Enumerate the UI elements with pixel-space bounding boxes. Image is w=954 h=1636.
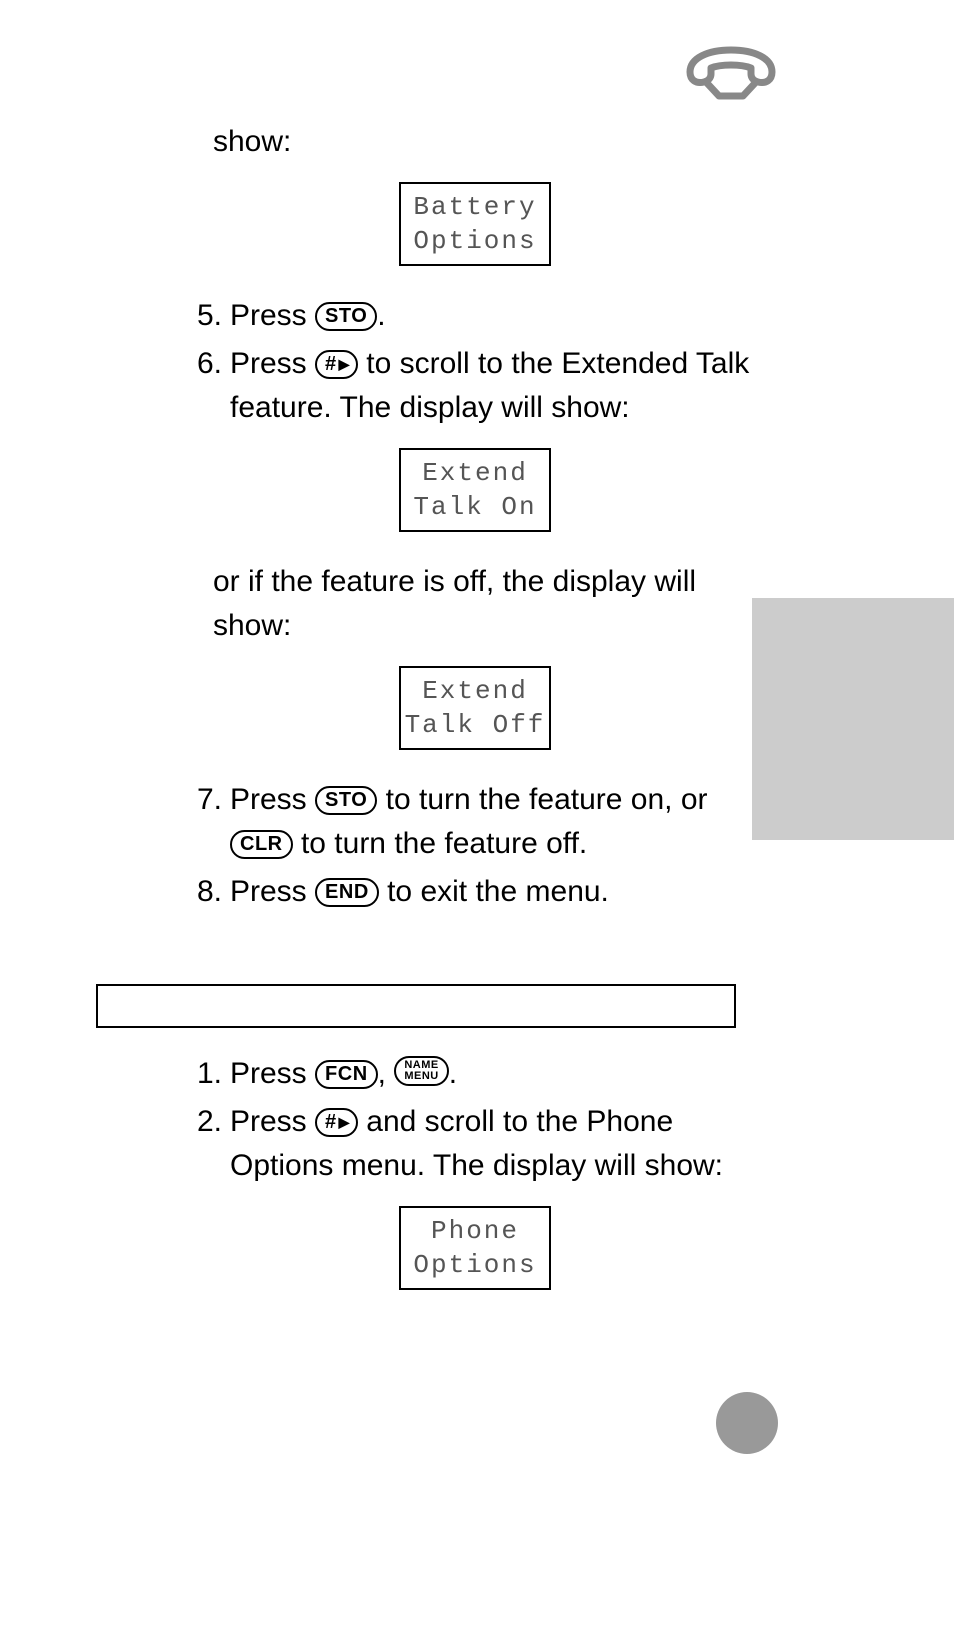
lcd-display-battery-options: Battery Options bbox=[399, 182, 551, 266]
hash-scroll-key-icon: # bbox=[315, 1108, 358, 1137]
lcd-line: Options bbox=[401, 1248, 549, 1282]
step-body: Press STO. bbox=[230, 294, 770, 338]
fcn-key-icon: FCN bbox=[315, 1060, 378, 1089]
lcd-line: Talk On bbox=[401, 490, 549, 524]
step-7: 7. Press STO to turn the feature on, or … bbox=[180, 778, 770, 866]
name-menu-key-icon: NAMEMENU bbox=[394, 1056, 448, 1086]
step-number: 5. bbox=[180, 294, 222, 338]
hash-scroll-key-icon: # bbox=[315, 350, 358, 379]
step-number: 6. bbox=[180, 342, 222, 430]
step-number: 8. bbox=[180, 870, 222, 914]
lcd-display-extend-talk-on: Extend Talk On bbox=[399, 448, 551, 532]
step-number: 7. bbox=[180, 778, 222, 866]
lcd-display-phone-options: Phone Options bbox=[399, 1206, 551, 1290]
step-body: Press END to exit the menu. bbox=[230, 870, 770, 914]
page-content: show: Battery Options 5. Press STO. 6. P… bbox=[180, 120, 770, 918]
lcd-line: Options bbox=[401, 224, 549, 258]
sto-key-icon: STO bbox=[315, 302, 377, 331]
step-8: 8. Press END to exit the menu. bbox=[180, 870, 770, 914]
step-5: 5. Press STO. bbox=[180, 294, 770, 338]
step-body: Press FCN, NAMEMENU. bbox=[230, 1052, 770, 1096]
lcd-line: Phone bbox=[401, 1214, 549, 1248]
step-body: Press # to scroll to the Extended Talk f… bbox=[230, 342, 770, 430]
clr-key-icon: CLR bbox=[230, 830, 293, 859]
step-number: 1. bbox=[180, 1052, 222, 1096]
step-6: 6. Press # to scroll to the Extended Tal… bbox=[180, 342, 770, 430]
lcd-line: Battery bbox=[401, 190, 549, 224]
step-body: Press # and scroll to the Phone Options … bbox=[230, 1100, 770, 1188]
lcd-display-extend-talk-off: Extend Talk Off bbox=[399, 666, 551, 750]
step-2: 2. Press # and scroll to the Phone Optio… bbox=[180, 1100, 770, 1188]
section-divider-box bbox=[96, 984, 736, 1028]
lcd-line: Extend bbox=[401, 456, 549, 490]
lcd-line: Talk Off bbox=[401, 708, 549, 742]
sto-key-icon: STO bbox=[315, 786, 377, 815]
step-number: 2. bbox=[180, 1100, 222, 1188]
lcd-line: Extend bbox=[401, 674, 549, 708]
phone-handset-icon bbox=[684, 46, 778, 105]
lead-in-text: show: bbox=[213, 120, 770, 164]
continuation-text: or if the feature is off, the display wi… bbox=[213, 560, 770, 648]
step-body: Press STO to turn the feature on, or CLR… bbox=[230, 778, 770, 866]
step-1: 1. Press FCN, NAMEMENU. bbox=[180, 1052, 770, 1096]
section-2-content: 1. Press FCN, NAMEMENU. 2. Press # and s… bbox=[180, 1052, 770, 1318]
thumb-tab bbox=[752, 598, 954, 840]
page-number-dot bbox=[716, 1392, 778, 1454]
end-key-icon: END bbox=[315, 878, 379, 907]
